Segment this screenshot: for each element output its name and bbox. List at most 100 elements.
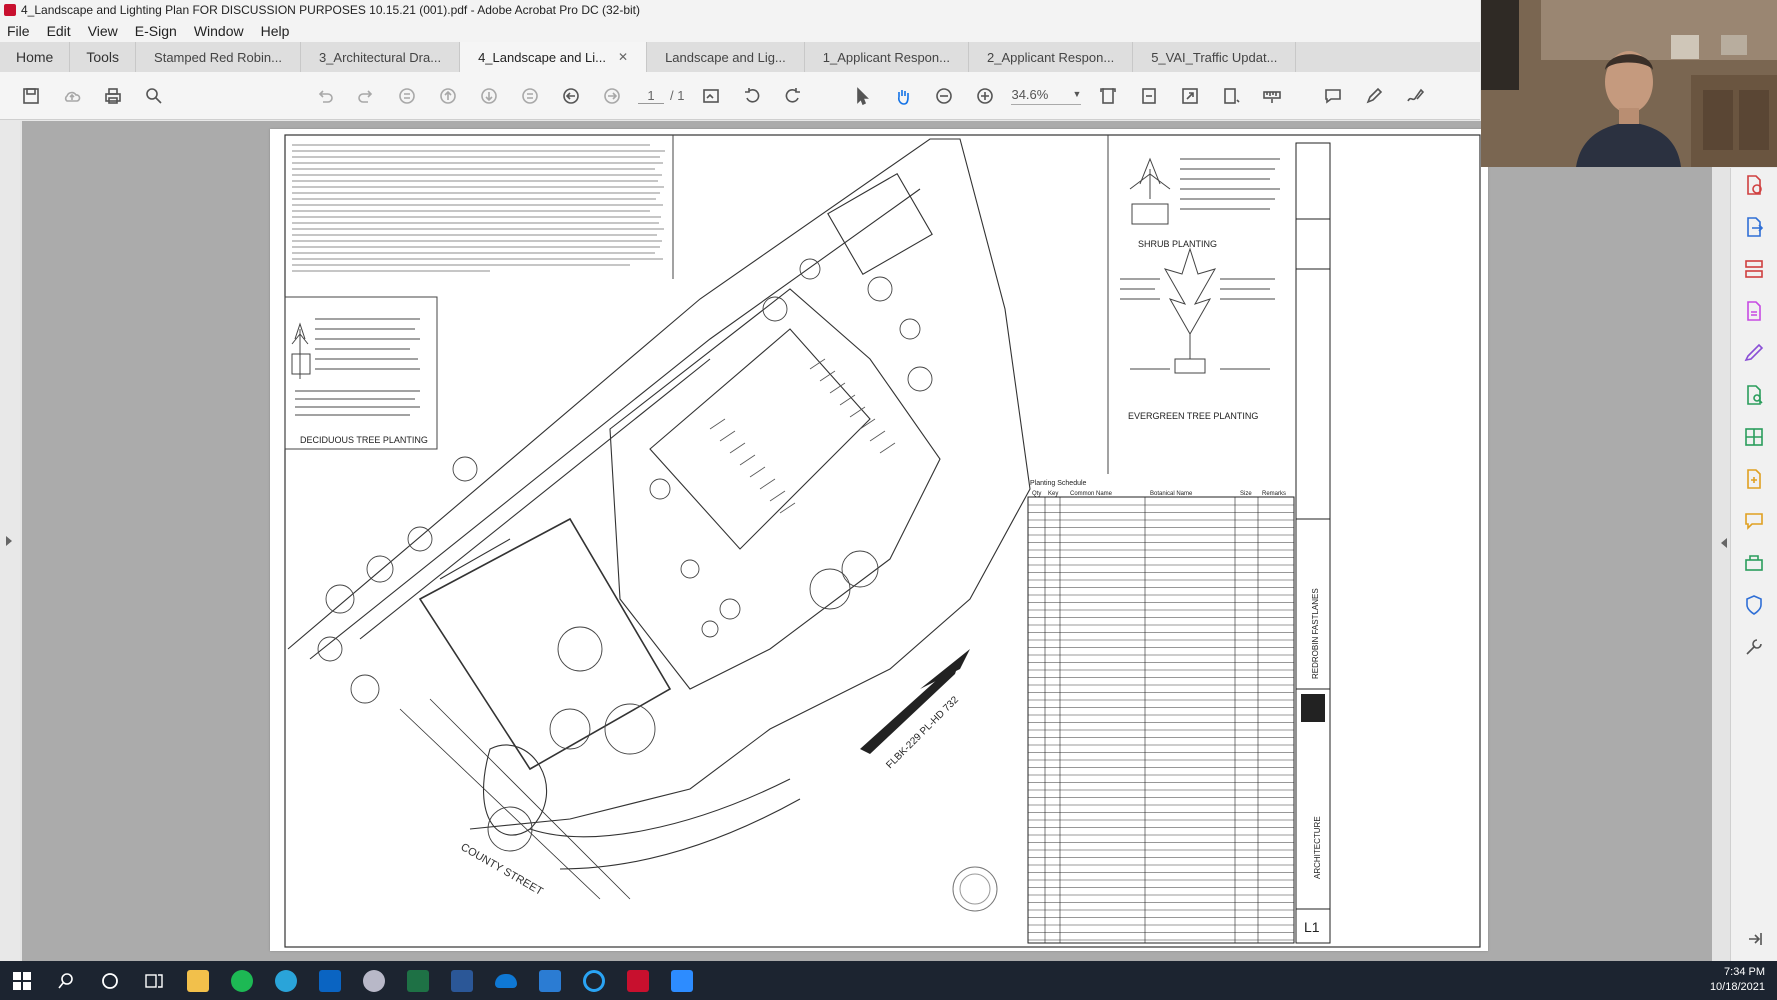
last-page-icon[interactable] [509, 78, 550, 114]
doc-tab-active[interactable]: 4_Landscape and Li... ✕ [460, 42, 648, 72]
menu-esign[interactable]: E-Sign [128, 23, 187, 39]
cloud-upload-icon[interactable] [51, 78, 92, 114]
firm-name: ARCHITECTURE [1313, 816, 1322, 879]
collapse-tools-icon[interactable] [1743, 928, 1765, 950]
left-panel-toggle[interactable] [0, 121, 20, 961]
prev-page-icon[interactable] [427, 78, 468, 114]
tab-tools[interactable]: Tools [70, 42, 137, 72]
doc-tab[interactable]: 2_Applicant Respon... [969, 42, 1134, 72]
document-area: DECIDUOUS TREE PLANTING COUNTY STREET FL… [0, 121, 1730, 961]
close-tab-icon[interactable]: ✕ [618, 50, 628, 64]
doc-tab-label: Stamped Red Robin... [154, 49, 282, 65]
save-icon[interactable] [10, 78, 51, 114]
combine-files-icon[interactable] [1743, 468, 1765, 490]
doc-tab[interactable]: 1_Applicant Respon... [805, 42, 969, 72]
fill-sign-icon[interactable] [1743, 342, 1765, 364]
menu-view[interactable]: View [81, 23, 128, 39]
collapse-panel-icon[interactable] [1721, 538, 1727, 548]
outlook-icon[interactable] [308, 961, 352, 1000]
onedrive-icon[interactable] [484, 961, 528, 1000]
menu-edit[interactable]: Edit [40, 23, 81, 39]
edit-pdf-icon[interactable] [1743, 300, 1765, 322]
forward-icon[interactable] [591, 78, 632, 114]
windows-start-icon[interactable] [0, 961, 44, 1000]
highway-label: FLBK-229 PL-HD 732 [884, 694, 961, 771]
store-icon[interactable] [528, 961, 572, 1000]
cortana-icon[interactable] [88, 961, 132, 1000]
fit-page-icon[interactable] [1087, 78, 1128, 114]
doc-tab-label: 5_VAI_Traffic Updat... [1151, 49, 1278, 65]
menu-bar: File Edit View E-Sign Window Help [0, 20, 1480, 42]
doc-tab-label: 4_Landscape and Li... [478, 49, 606, 65]
menu-file[interactable]: File [0, 23, 40, 39]
cortana-ring-icon[interactable] [572, 961, 616, 1000]
next-page-icon[interactable] [468, 78, 509, 114]
send-for-signature-icon[interactable] [1743, 552, 1765, 574]
hand-tool-icon[interactable] [882, 78, 923, 114]
zoom-out-icon[interactable] [923, 78, 964, 114]
scan-ocr-icon[interactable] [1743, 384, 1765, 406]
page-number-input[interactable]: 1 [638, 88, 664, 104]
site-trees [317, 258, 933, 852]
rotate-cw-icon[interactable] [772, 78, 813, 114]
search-icon[interactable] [133, 78, 174, 114]
full-screen-icon[interactable] [1169, 78, 1210, 114]
zoom-select[interactable]: 34.6% ▼ [1011, 87, 1082, 105]
comment-tool-icon[interactable] [1743, 510, 1765, 532]
doc-tab-label: 2_Applicant Respon... [986, 49, 1115, 65]
back-icon[interactable] [550, 78, 591, 114]
tab-bar: Home Tools Stamped Red Robin... 3_Archit… [0, 42, 1480, 72]
shrub-detail [1129, 157, 1280, 225]
scroll-mode-icon[interactable] [1210, 78, 1251, 114]
task-view-icon[interactable] [132, 961, 176, 1000]
zoom-in-icon[interactable] [964, 78, 1005, 114]
doc-tab[interactable]: 5_VAI_Traffic Updat... [1133, 42, 1297, 72]
protect-icon[interactable] [1743, 594, 1765, 616]
edge-icon[interactable] [264, 961, 308, 1000]
undo-icon[interactable] [304, 78, 345, 114]
first-page-icon[interactable] [386, 78, 427, 114]
fit-width-icon[interactable] [1128, 78, 1169, 114]
excel-icon[interactable] [396, 961, 440, 1000]
pdf-page[interactable]: DECIDUOUS TREE PLANTING COUNTY STREET FL… [270, 129, 1488, 951]
schedule-col-botanical: Botanical Name [1150, 491, 1193, 497]
evergreen-detail-title: EVERGREEN TREE PLANTING [1128, 411, 1258, 421]
zoom-icon[interactable] [660, 961, 704, 1000]
parking-stripes [709, 358, 896, 514]
menu-window[interactable]: Window [187, 23, 254, 39]
shrub-detail-title: SHRUB PLANTING [1138, 239, 1217, 249]
export-pdf-icon[interactable] [1743, 216, 1765, 238]
sign-icon[interactable] [1394, 78, 1435, 114]
system-clock[interactable]: 7:34 PM 10/18/2021 [1710, 965, 1765, 995]
schedule-col-key: Key [1048, 491, 1058, 497]
compare-files-icon[interactable] [1743, 426, 1765, 448]
organize-pages-icon[interactable] [1743, 258, 1765, 280]
create-pdf-icon[interactable] [1743, 174, 1765, 196]
tab-home[interactable]: Home [0, 42, 71, 72]
windows-taskbar: 7:34 PM 10/18/2021 [0, 961, 1777, 1000]
measure-icon[interactable] [1251, 78, 1292, 114]
doc-tab-label: 1_Applicant Respon... [822, 49, 950, 65]
select-cursor-icon[interactable] [841, 78, 882, 114]
print-icon[interactable] [92, 78, 133, 114]
doc-tab[interactable]: Stamped Red Robin... [136, 42, 301, 72]
more-tools-icon[interactable] [1743, 636, 1765, 658]
highlight-pen-icon[interactable] [1353, 78, 1394, 114]
doc-tab[interactable]: 3_Architectural Dra... [301, 42, 461, 72]
acrobat-taskbar-icon[interactable] [616, 961, 660, 1000]
title-block: REDROBIN FASTLANES ARCHITECTURE L1 [1295, 142, 1331, 944]
word-icon[interactable] [440, 961, 484, 1000]
comment-icon[interactable] [1312, 78, 1353, 114]
rotate-ccw-icon[interactable] [731, 78, 772, 114]
file-explorer-icon[interactable] [176, 961, 220, 1000]
menu-help[interactable]: Help [254, 23, 300, 39]
page-view-icon[interactable] [690, 78, 731, 114]
redo-icon[interactable] [345, 78, 386, 114]
snipping-tool-icon[interactable] [352, 961, 396, 1000]
spotify-icon[interactable] [220, 961, 264, 1000]
landscape-plan-drawing: DECIDUOUS TREE PLANTING COUNTY STREET FL… [284, 134, 1481, 948]
schedule-col-qty: Qty [1032, 491, 1041, 497]
doc-tab-label: Landscape and Lig... [665, 49, 786, 65]
search-icon[interactable] [44, 961, 88, 1000]
doc-tab[interactable]: Landscape and Lig... [647, 42, 805, 72]
